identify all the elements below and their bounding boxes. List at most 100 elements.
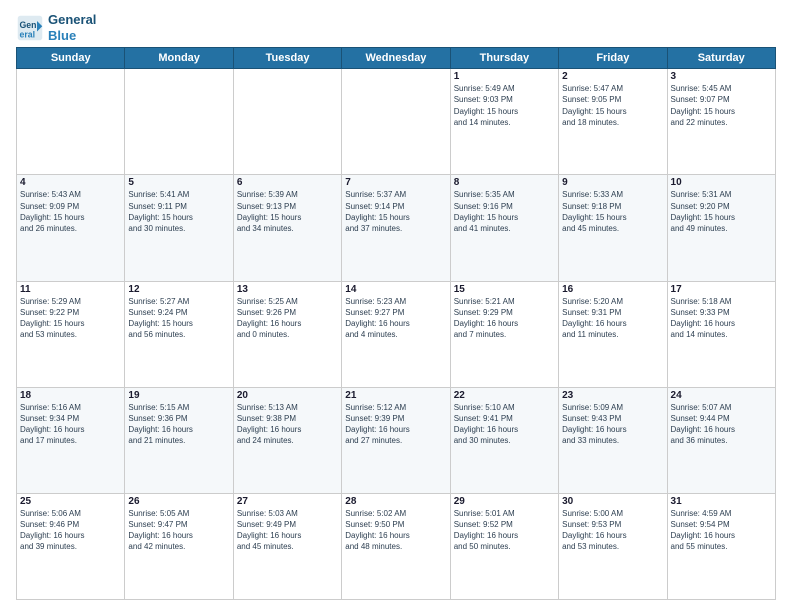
- calendar-day-header: Wednesday: [342, 48, 450, 69]
- day-info: Sunrise: 5:01 AM Sunset: 9:52 PM Dayligh…: [454, 508, 555, 553]
- day-info: Sunrise: 5:25 AM Sunset: 9:26 PM Dayligh…: [237, 296, 338, 341]
- day-info: Sunrise: 5:41 AM Sunset: 9:11 PM Dayligh…: [128, 189, 229, 234]
- calendar-cell: 21Sunrise: 5:12 AM Sunset: 9:39 PM Dayli…: [342, 387, 450, 493]
- day-number: 15: [454, 284, 555, 295]
- calendar-cell: 17Sunrise: 5:18 AM Sunset: 9:33 PM Dayli…: [667, 281, 775, 387]
- calendar-cell: 8Sunrise: 5:35 AM Sunset: 9:16 PM Daylig…: [450, 175, 558, 281]
- day-info: Sunrise: 5:02 AM Sunset: 9:50 PM Dayligh…: [345, 508, 446, 553]
- day-info: Sunrise: 5:35 AM Sunset: 9:16 PM Dayligh…: [454, 189, 555, 234]
- day-number: 27: [237, 496, 338, 507]
- calendar-cell: 18Sunrise: 5:16 AM Sunset: 9:34 PM Dayli…: [17, 387, 125, 493]
- day-info: Sunrise: 5:03 AM Sunset: 9:49 PM Dayligh…: [237, 508, 338, 553]
- day-info: Sunrise: 5:37 AM Sunset: 9:14 PM Dayligh…: [345, 189, 446, 234]
- calendar-cell: 7Sunrise: 5:37 AM Sunset: 9:14 PM Daylig…: [342, 175, 450, 281]
- day-info: Sunrise: 5:15 AM Sunset: 9:36 PM Dayligh…: [128, 402, 229, 447]
- svg-text:eral: eral: [20, 29, 36, 39]
- calendar-cell: [125, 69, 233, 175]
- day-number: 22: [454, 390, 555, 401]
- calendar-cell: 13Sunrise: 5:25 AM Sunset: 9:26 PM Dayli…: [233, 281, 341, 387]
- calendar-week-row: 18Sunrise: 5:16 AM Sunset: 9:34 PM Dayli…: [17, 387, 776, 493]
- calendar-cell: 14Sunrise: 5:23 AM Sunset: 9:27 PM Dayli…: [342, 281, 450, 387]
- day-info: Sunrise: 5:07 AM Sunset: 9:44 PM Dayligh…: [671, 402, 772, 447]
- day-info: Sunrise: 5:23 AM Sunset: 9:27 PM Dayligh…: [345, 296, 446, 341]
- day-number: 16: [562, 284, 663, 295]
- day-info: Sunrise: 5:10 AM Sunset: 9:41 PM Dayligh…: [454, 402, 555, 447]
- day-number: 12: [128, 284, 229, 295]
- day-info: Sunrise: 5:29 AM Sunset: 9:22 PM Dayligh…: [20, 296, 121, 341]
- day-number: 2: [562, 71, 663, 82]
- day-number: 29: [454, 496, 555, 507]
- day-info: Sunrise: 5:05 AM Sunset: 9:47 PM Dayligh…: [128, 508, 229, 553]
- calendar-cell: 22Sunrise: 5:10 AM Sunset: 9:41 PM Dayli…: [450, 387, 558, 493]
- calendar-week-row: 11Sunrise: 5:29 AM Sunset: 9:22 PM Dayli…: [17, 281, 776, 387]
- day-info: Sunrise: 5:20 AM Sunset: 9:31 PM Dayligh…: [562, 296, 663, 341]
- day-number: 25: [20, 496, 121, 507]
- logo-icon: Gen eral: [16, 14, 44, 42]
- calendar-cell: 2Sunrise: 5:47 AM Sunset: 9:05 PM Daylig…: [559, 69, 667, 175]
- day-info: Sunrise: 5:31 AM Sunset: 9:20 PM Dayligh…: [671, 189, 772, 234]
- day-info: Sunrise: 5:13 AM Sunset: 9:38 PM Dayligh…: [237, 402, 338, 447]
- calendar-cell: [17, 69, 125, 175]
- day-number: 9: [562, 177, 663, 188]
- calendar-cell: 1Sunrise: 5:49 AM Sunset: 9:03 PM Daylig…: [450, 69, 558, 175]
- logo: Gen eral General Blue: [16, 12, 96, 43]
- day-number: 18: [20, 390, 121, 401]
- day-info: Sunrise: 5:16 AM Sunset: 9:34 PM Dayligh…: [20, 402, 121, 447]
- day-info: Sunrise: 5:45 AM Sunset: 9:07 PM Dayligh…: [671, 83, 772, 128]
- calendar-week-row: 4Sunrise: 5:43 AM Sunset: 9:09 PM Daylig…: [17, 175, 776, 281]
- calendar-week-row: 25Sunrise: 5:06 AM Sunset: 9:46 PM Dayli…: [17, 493, 776, 599]
- day-info: Sunrise: 5:12 AM Sunset: 9:39 PM Dayligh…: [345, 402, 446, 447]
- day-number: 28: [345, 496, 446, 507]
- calendar-cell: 4Sunrise: 5:43 AM Sunset: 9:09 PM Daylig…: [17, 175, 125, 281]
- day-number: 6: [237, 177, 338, 188]
- calendar-cell: 12Sunrise: 5:27 AM Sunset: 9:24 PM Dayli…: [125, 281, 233, 387]
- calendar-day-header: Thursday: [450, 48, 558, 69]
- calendar-cell: 5Sunrise: 5:41 AM Sunset: 9:11 PM Daylig…: [125, 175, 233, 281]
- calendar-cell: 11Sunrise: 5:29 AM Sunset: 9:22 PM Dayli…: [17, 281, 125, 387]
- calendar-cell: 10Sunrise: 5:31 AM Sunset: 9:20 PM Dayli…: [667, 175, 775, 281]
- day-number: 17: [671, 284, 772, 295]
- day-info: Sunrise: 5:00 AM Sunset: 9:53 PM Dayligh…: [562, 508, 663, 553]
- day-number: 3: [671, 71, 772, 82]
- day-number: 14: [345, 284, 446, 295]
- calendar-cell: 29Sunrise: 5:01 AM Sunset: 9:52 PM Dayli…: [450, 493, 558, 599]
- calendar-cell: 27Sunrise: 5:03 AM Sunset: 9:49 PM Dayli…: [233, 493, 341, 599]
- logo-text: General Blue: [48, 12, 96, 43]
- day-number: 31: [671, 496, 772, 507]
- day-number: 21: [345, 390, 446, 401]
- calendar-cell: 15Sunrise: 5:21 AM Sunset: 9:29 PM Dayli…: [450, 281, 558, 387]
- day-number: 5: [128, 177, 229, 188]
- calendar-day-header: Tuesday: [233, 48, 341, 69]
- day-info: Sunrise: 5:43 AM Sunset: 9:09 PM Dayligh…: [20, 189, 121, 234]
- page: Gen eral General Blue SundayMondayTuesda…: [0, 0, 792, 612]
- calendar-cell: 23Sunrise: 5:09 AM Sunset: 9:43 PM Dayli…: [559, 387, 667, 493]
- calendar-day-header: Sunday: [17, 48, 125, 69]
- day-info: Sunrise: 5:47 AM Sunset: 9:05 PM Dayligh…: [562, 83, 663, 128]
- calendar-cell: 26Sunrise: 5:05 AM Sunset: 9:47 PM Dayli…: [125, 493, 233, 599]
- day-info: Sunrise: 5:27 AM Sunset: 9:24 PM Dayligh…: [128, 296, 229, 341]
- calendar-cell: 16Sunrise: 5:20 AM Sunset: 9:31 PM Dayli…: [559, 281, 667, 387]
- day-number: 26: [128, 496, 229, 507]
- day-number: 11: [20, 284, 121, 295]
- calendar-cell: 3Sunrise: 5:45 AM Sunset: 9:07 PM Daylig…: [667, 69, 775, 175]
- day-number: 7: [345, 177, 446, 188]
- calendar-cell: 20Sunrise: 5:13 AM Sunset: 9:38 PM Dayli…: [233, 387, 341, 493]
- calendar-cell: 6Sunrise: 5:39 AM Sunset: 9:13 PM Daylig…: [233, 175, 341, 281]
- header: Gen eral General Blue: [16, 12, 776, 43]
- calendar-cell: [233, 69, 341, 175]
- calendar-cell: [342, 69, 450, 175]
- day-number: 30: [562, 496, 663, 507]
- calendar-cell: 9Sunrise: 5:33 AM Sunset: 9:18 PM Daylig…: [559, 175, 667, 281]
- day-info: Sunrise: 5:18 AM Sunset: 9:33 PM Dayligh…: [671, 296, 772, 341]
- calendar-header-row: SundayMondayTuesdayWednesdayThursdayFrid…: [17, 48, 776, 69]
- day-number: 19: [128, 390, 229, 401]
- day-number: 1: [454, 71, 555, 82]
- calendar-day-header: Monday: [125, 48, 233, 69]
- calendar-cell: 19Sunrise: 5:15 AM Sunset: 9:36 PM Dayli…: [125, 387, 233, 493]
- day-info: Sunrise: 5:06 AM Sunset: 9:46 PM Dayligh…: [20, 508, 121, 553]
- svg-text:Gen: Gen: [20, 20, 37, 30]
- calendar-cell: 28Sunrise: 5:02 AM Sunset: 9:50 PM Dayli…: [342, 493, 450, 599]
- calendar-table: SundayMondayTuesdayWednesdayThursdayFrid…: [16, 47, 776, 600]
- day-info: Sunrise: 4:59 AM Sunset: 9:54 PM Dayligh…: [671, 508, 772, 553]
- calendar-week-row: 1Sunrise: 5:49 AM Sunset: 9:03 PM Daylig…: [17, 69, 776, 175]
